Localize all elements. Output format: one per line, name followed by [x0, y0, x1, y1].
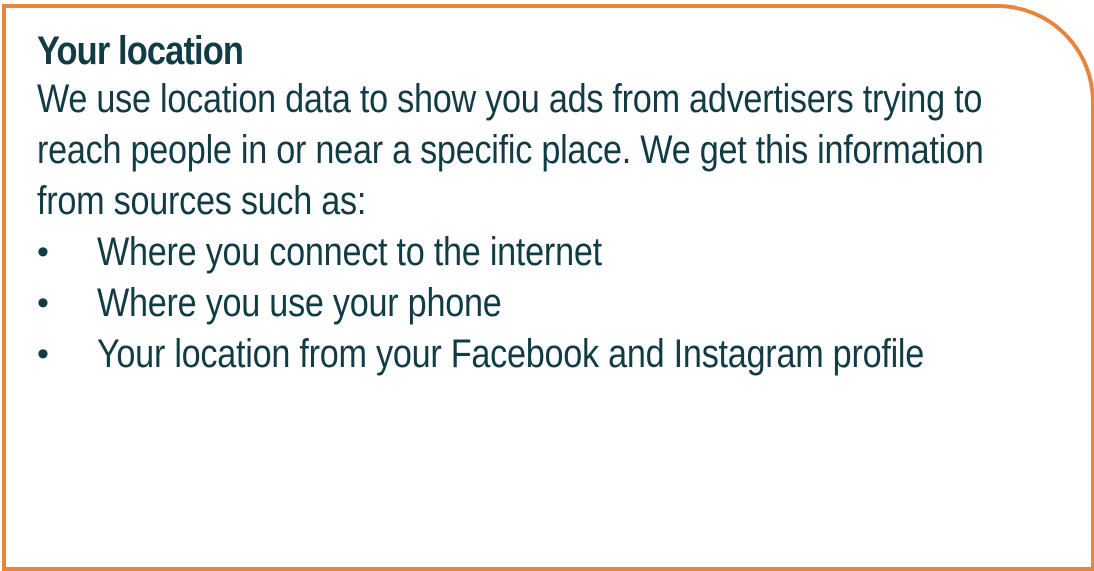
bullet-icon: • [37, 284, 49, 322]
list-item: • Where you use your phone [37, 278, 1037, 329]
list-item-text: Where you connect to the internet [97, 230, 602, 274]
list-item-text: Where you use your phone [97, 281, 502, 325]
location-info-card: Your location We use location data to sh… [2, 4, 1094, 571]
list-item: • Where you connect to the internet [37, 227, 1037, 278]
card-content: Your location We use location data to sh… [37, 28, 1037, 380]
list-item-text: Your location from your Facebook and Ins… [97, 332, 925, 376]
bullet-icon: • [37, 335, 49, 373]
list-item: • Your location from your Facebook and I… [37, 329, 1037, 380]
section-description: We use location data to show you ads fro… [37, 77, 984, 223]
section-title: Your location [37, 29, 244, 73]
location-sources-list: • Where you connect to the internet • Wh… [37, 227, 1037, 380]
bullet-icon: • [37, 233, 49, 271]
